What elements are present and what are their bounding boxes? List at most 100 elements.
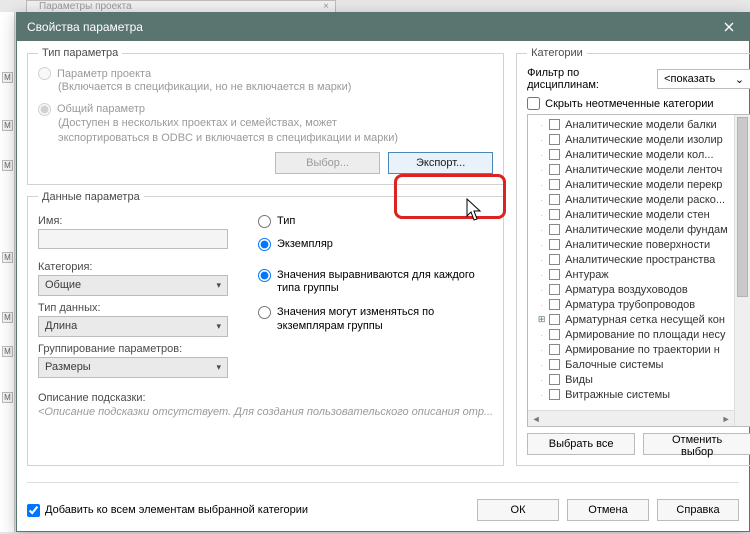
tree-indent: · xyxy=(536,120,547,130)
category-item-label: Аналитические модели изолир xyxy=(565,134,723,146)
category-tree-item[interactable]: ·Балочные системы xyxy=(528,357,750,372)
grouping-label: Группирование параметров: xyxy=(38,343,248,355)
type-radio[interactable]: Тип xyxy=(258,215,493,228)
align-radio-input[interactable] xyxy=(258,269,271,282)
category-tree-item[interactable]: ⊞ Арматурная сетка несущей кон xyxy=(528,312,750,327)
category-checkbox[interactable] xyxy=(549,119,560,130)
hide-unchecked-checkbox[interactable] xyxy=(527,97,540,110)
category-item-label: Арматурная сетка несущей кон xyxy=(565,314,725,326)
horizontal-scrollbar[interactable]: ◄ ► xyxy=(528,410,734,426)
shared-param-sub1: (Доступен в нескольких проектах и семейс… xyxy=(58,116,493,131)
chevron-down-icon: ▾ xyxy=(216,362,221,373)
category-item-label: Виды xyxy=(565,374,593,386)
scroll-right-icon[interactable]: ► xyxy=(718,414,734,424)
cancel-button[interactable]: Отмена xyxy=(567,499,649,521)
datatype-select[interactable]: Длина ▾ xyxy=(38,316,228,337)
titlebar[interactable]: Свойства параметра xyxy=(17,13,749,41)
category-tree-item[interactable]: ·Аналитические пространства xyxy=(528,252,750,267)
dialog-title: Свойства параметра xyxy=(27,20,143,34)
project-param-radio-input xyxy=(38,67,51,80)
select-all-button[interactable]: Выбрать все xyxy=(527,433,635,455)
category-checkbox[interactable] xyxy=(549,209,560,220)
category-tree-item[interactable]: ·Аналитические модели стен xyxy=(528,207,750,222)
vary-radio-input[interactable] xyxy=(258,306,271,319)
select-button: Выбор... xyxy=(275,152,380,174)
category-item-label: Армирование по траектории н xyxy=(565,344,720,356)
datatype-value: Длина xyxy=(45,320,77,332)
instance-radio[interactable]: Экземпляр xyxy=(258,238,493,251)
align-radio[interactable]: Значения выравниваются для каждого типа … xyxy=(258,269,493,297)
category-checkbox[interactable] xyxy=(549,374,560,385)
ok-button[interactable]: ОК xyxy=(477,499,559,521)
category-item-label: Арматура трубопроводов xyxy=(565,299,695,311)
category-tree-item[interactable]: ·Аналитические модели перекр xyxy=(528,177,750,192)
category-tree-item[interactable]: ·Армирование по площади несу xyxy=(528,327,750,342)
category-tree-item[interactable]: ·Аналитические модели раско... xyxy=(528,192,750,207)
category-checkbox[interactable] xyxy=(549,269,560,280)
category-tree-item[interactable]: ·Виды xyxy=(528,372,750,387)
category-tree-item[interactable]: · Аналитические модели изолир xyxy=(528,132,750,147)
category-tree-item[interactable]: ·Антураж xyxy=(528,267,750,282)
deselect-all-button[interactable]: Отменить выбор xyxy=(643,433,750,455)
scroll-left-icon[interactable]: ◄ xyxy=(528,414,544,424)
tree-indent: · xyxy=(536,255,547,265)
category-tree-item[interactable]: ·Армирование по траектории н xyxy=(528,342,750,357)
expand-icon[interactable]: ⊞ xyxy=(536,314,547,325)
category-item-label: Аналитические модели фундам xyxy=(565,224,728,236)
close-button[interactable] xyxy=(709,13,749,41)
help-button[interactable]: Справка xyxy=(657,499,739,521)
category-checkbox[interactable] xyxy=(549,254,560,265)
category-checkbox[interactable] xyxy=(549,239,560,250)
category-checkbox[interactable] xyxy=(549,359,560,370)
grouping-select[interactable]: Размеры ▾ xyxy=(38,357,228,378)
category-checkbox[interactable] xyxy=(549,389,560,400)
category-tree-item[interactable]: ·Аналитические поверхности xyxy=(528,237,750,252)
vary-radio-label: Значения могут изменяться по экземплярам… xyxy=(277,306,493,334)
category-tree-item[interactable]: ·Аналитические модели балки xyxy=(528,117,750,132)
category-checkbox[interactable] xyxy=(549,299,560,310)
hide-unchecked-label: Скрыть неотмеченные категории xyxy=(545,98,713,110)
cursor-icon xyxy=(466,198,484,224)
param-type-group: Тип параметра Параметр проекта (Включает… xyxy=(27,47,504,185)
close-icon: × xyxy=(323,1,329,12)
category-checkbox[interactable] xyxy=(549,224,560,235)
categories-legend: Категории xyxy=(527,47,587,59)
instance-radio-input[interactable] xyxy=(258,238,271,251)
category-tree-item[interactable]: ·Арматура трубопроводов xyxy=(528,297,750,312)
categories-group: Категории Фильтр по дисциплинам: <показа… xyxy=(516,47,750,466)
close-icon xyxy=(724,22,734,32)
vertical-scrollbar[interactable] xyxy=(734,115,750,426)
category-checkbox[interactable] xyxy=(549,329,560,340)
add-all-row[interactable]: Добавить ко всем элементам выбранной кат… xyxy=(27,504,308,517)
category-checkbox[interactable] xyxy=(549,149,560,160)
category-checkbox[interactable] xyxy=(549,284,560,295)
category-checkbox[interactable] xyxy=(549,314,560,325)
category-select[interactable]: Общие ▾ xyxy=(38,275,228,296)
category-item-label: Аналитические модели ленточ xyxy=(565,164,722,176)
category-tree-item[interactable]: ·Аналитические модели ленточ xyxy=(528,162,750,177)
category-checkbox[interactable] xyxy=(549,164,560,175)
categories-tree[interactable]: ·Аналитические модели балки·Аналитически… xyxy=(527,114,750,427)
category-tree-item[interactable]: ·Аналитические модели фундам xyxy=(528,222,750,237)
category-checkbox[interactable] xyxy=(549,194,560,205)
hide-unchecked-row[interactable]: Скрыть неотмеченные категории xyxy=(527,97,750,110)
discipline-filter-select[interactable]: <показать ⌄ xyxy=(657,69,750,89)
scrollbar-thumb[interactable] xyxy=(737,117,748,297)
project-param-label: Параметр проекта xyxy=(57,68,151,80)
param-type-legend: Тип параметра xyxy=(38,47,122,59)
category-tree-item[interactable]: ·Арматура воздуховодов xyxy=(528,282,750,297)
category-tree-item[interactable]: ·Витражные системы xyxy=(528,387,750,402)
tooltip-desc-label: Описание подсказки: xyxy=(38,392,493,404)
vary-radio[interactable]: Значения могут изменяться по экземплярам… xyxy=(258,306,493,334)
tree-indent: · xyxy=(536,195,547,205)
category-item-label: Армирование по площади несу xyxy=(565,329,725,341)
tree-indent: · xyxy=(536,135,547,145)
category-checkbox[interactable] xyxy=(549,134,560,145)
category-tree-item[interactable]: ·Аналитические модели кол... xyxy=(528,147,750,162)
export-button[interactable]: Экспорт... xyxy=(388,152,493,174)
category-checkbox[interactable] xyxy=(549,344,560,355)
add-all-checkbox[interactable] xyxy=(27,504,40,517)
category-checkbox[interactable] xyxy=(549,179,560,190)
tree-indent: · xyxy=(536,210,547,220)
type-radio-input[interactable] xyxy=(258,215,271,228)
